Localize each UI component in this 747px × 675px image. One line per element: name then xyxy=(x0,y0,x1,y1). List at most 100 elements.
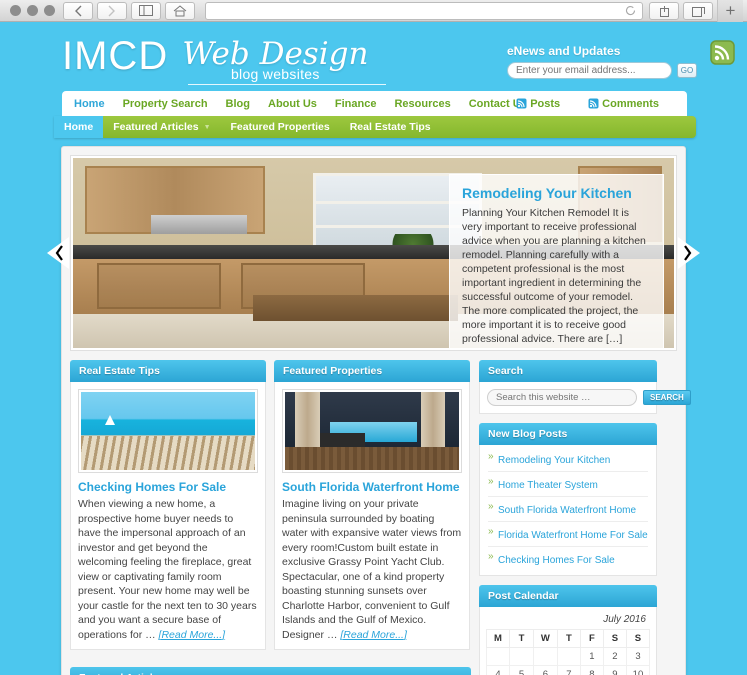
enews-go-button[interactable]: GO xyxy=(677,63,697,78)
main-column: Real Estate Tips Checking Homes For Sale… xyxy=(70,360,471,675)
nav-item-home[interactable]: Home xyxy=(74,98,105,110)
calendar-day-cell[interactable]: 6 xyxy=(532,665,558,675)
reload-icon[interactable] xyxy=(625,5,636,16)
sidebar-button[interactable] xyxy=(131,1,161,20)
calendar-day-cell[interactable]: 2 xyxy=(602,647,627,666)
calendar-week-row: 123 xyxy=(485,647,651,666)
calendar-day-cell[interactable]: 7 xyxy=(556,665,581,675)
nav-item-blog[interactable]: Blog xyxy=(226,98,250,110)
nav-item-about-us[interactable]: About Us xyxy=(268,98,317,110)
post-title-link[interactable]: Checking Homes For Sale xyxy=(78,480,258,494)
slide-caption-title[interactable]: Remodeling Your Kitchen xyxy=(462,185,651,201)
subnav-item-label: Featured Articles xyxy=(113,121,199,133)
list-item: Home Theater System xyxy=(488,472,648,497)
widget-body: Checking Homes For Sale When viewing a n… xyxy=(70,382,266,650)
nav-item-resources[interactable]: Resources xyxy=(394,98,450,110)
slide-image-kitchen[interactable]: Remodeling Your Kitchen Planning Your Ki… xyxy=(73,158,674,348)
back-button[interactable] xyxy=(63,1,93,20)
close-window-button[interactable] xyxy=(10,5,21,16)
subnav-item-label: Home xyxy=(64,121,94,133)
subnav-item-featured-properties[interactable]: Featured Properties xyxy=(221,116,340,138)
nav-item-finance[interactable]: Finance xyxy=(335,98,377,110)
widget-body: July 2016 MTWTFSS12345678910111213141516… xyxy=(479,607,657,675)
forward-button[interactable] xyxy=(97,1,127,20)
post-excerpt: When viewing a new home, a prospective h… xyxy=(78,497,258,642)
website-body: IMCD Web Design blog websites eNews and … xyxy=(0,22,747,675)
widget-title: Featured Articles xyxy=(70,667,471,675)
widget-title: New Blog Posts xyxy=(479,423,657,445)
calendar-week-row: 4 5 6 7 8 9 10 xyxy=(485,665,651,675)
post-excerpt-text: Imagine living on your private peninsula… xyxy=(282,498,462,641)
feed-link-comments[interactable]: Comments xyxy=(588,98,659,110)
page-content: Remodeling Your Kitchen Planning Your Ki… xyxy=(47,146,700,675)
post-thumbnail-frame[interactable] xyxy=(282,389,462,473)
widget-title: Post Calendar xyxy=(479,585,657,607)
widget-body: SEARCH xyxy=(479,382,691,414)
widget-featured-articles: Featured Articles Remode xyxy=(70,667,471,675)
blog-post-link[interactable]: Remodeling Your Kitchen xyxy=(498,455,610,466)
post-thumbnail-frame[interactable] xyxy=(78,389,258,473)
calendar-day-cell[interactable]: 5 xyxy=(509,665,534,675)
feed-link-posts[interactable]: Posts xyxy=(516,98,560,110)
subnav-item-home[interactable]: Home xyxy=(54,116,104,138)
slide-caption-body: Planning Your Kitchen Remodel It is very… xyxy=(462,207,646,345)
show-tabs-button[interactable] xyxy=(683,1,713,20)
browser-toolbar: + xyxy=(0,0,747,22)
slider-next-button[interactable] xyxy=(678,237,700,269)
calendar-day-cell xyxy=(485,647,511,666)
content-columns: Real Estate Tips Checking Homes For Sale… xyxy=(70,360,691,675)
read-more-link[interactable]: [Read More...] xyxy=(159,629,226,641)
home-button[interactable] xyxy=(165,1,195,20)
calendar-header: S xyxy=(602,629,627,648)
post-excerpt-text: When viewing a new home, a prospective h… xyxy=(78,498,257,641)
logo-primary-text: IMCD xyxy=(62,34,169,78)
enews-email-input[interactable] xyxy=(507,62,672,79)
blog-post-list: Remodeling Your Kitchen Home Theater Syst… xyxy=(479,445,657,576)
decor-range-hood xyxy=(151,215,248,234)
calendar-day-cell xyxy=(509,647,534,666)
blog-post-link[interactable]: Checking Homes For Sale xyxy=(498,555,615,566)
maximize-window-button[interactable] xyxy=(44,5,55,16)
nav-item-property-search[interactable]: Property Search xyxy=(123,98,208,110)
slide-caption: Remodeling Your Kitchen Planning Your Ki… xyxy=(449,174,664,348)
calendar-day-cell[interactable]: 3 xyxy=(625,647,651,666)
blog-post-link[interactable]: Home Theater System xyxy=(498,480,598,491)
address-bar[interactable] xyxy=(205,1,643,20)
enews-signup: eNews and Updates GO xyxy=(507,44,697,79)
read-more-link[interactable]: [Read More...] xyxy=(340,629,407,641)
calendar-day-cell[interactable]: 9 xyxy=(602,665,627,675)
secondary-navigation: Home Featured Articles ▼ Featured Propertie… xyxy=(54,116,696,138)
calendar-day-cell[interactable]: 1 xyxy=(579,647,604,666)
post-title-link[interactable]: South Florida Waterfront Home xyxy=(282,480,462,494)
calendar-day-cell xyxy=(532,647,558,666)
new-tab-button[interactable]: + xyxy=(717,0,743,22)
subnav-item-featured-articles[interactable]: Featured Articles ▼ xyxy=(103,116,220,138)
subnav-item-real-estate-tips[interactable]: Real Estate Tips xyxy=(340,116,441,138)
calendar-day-cell[interactable]: 8 xyxy=(579,665,604,675)
calendar-header: S xyxy=(625,629,651,648)
widget-title: Real Estate Tips xyxy=(70,360,266,382)
rss-icon[interactable] xyxy=(710,40,735,65)
share-button[interactable] xyxy=(649,1,679,20)
chevron-down-icon: ▼ xyxy=(203,123,211,131)
subnav-item-label: Real Estate Tips xyxy=(349,121,431,133)
waterfront-porch-image xyxy=(285,392,459,470)
window-traffic-lights[interactable] xyxy=(4,5,63,16)
minimize-window-button[interactable] xyxy=(27,5,38,16)
blog-post-link[interactable]: South Florida Waterfront Home xyxy=(498,505,636,516)
calendar-day-cell[interactable]: 4 xyxy=(485,665,511,675)
feed-link-label: Posts xyxy=(530,97,561,110)
feed-link-label: Comments xyxy=(602,97,659,110)
list-item: Florida Waterfront Home For Sale xyxy=(488,522,648,547)
list-item: Checking Homes For Sale xyxy=(488,547,648,571)
calendar-header: F xyxy=(579,629,604,648)
slider-prev-button[interactable] xyxy=(47,237,69,269)
search-button[interactable]: SEARCH xyxy=(643,390,691,405)
widget-post-calendar: Post Calendar July 2016 MTWTFSS123456789… xyxy=(479,585,657,675)
primary-navigation: Home Property Search Blog About Us Finance Re… xyxy=(62,91,687,116)
blog-post-link[interactable]: Florida Waterfront Home For Sale xyxy=(498,530,648,541)
logo-secondary: Web Design blog websites xyxy=(182,38,387,85)
subnav-item-label: Featured Properties xyxy=(230,121,330,133)
search-input[interactable] xyxy=(487,389,637,406)
calendar-day-cell[interactable]: 10 xyxy=(625,665,651,675)
